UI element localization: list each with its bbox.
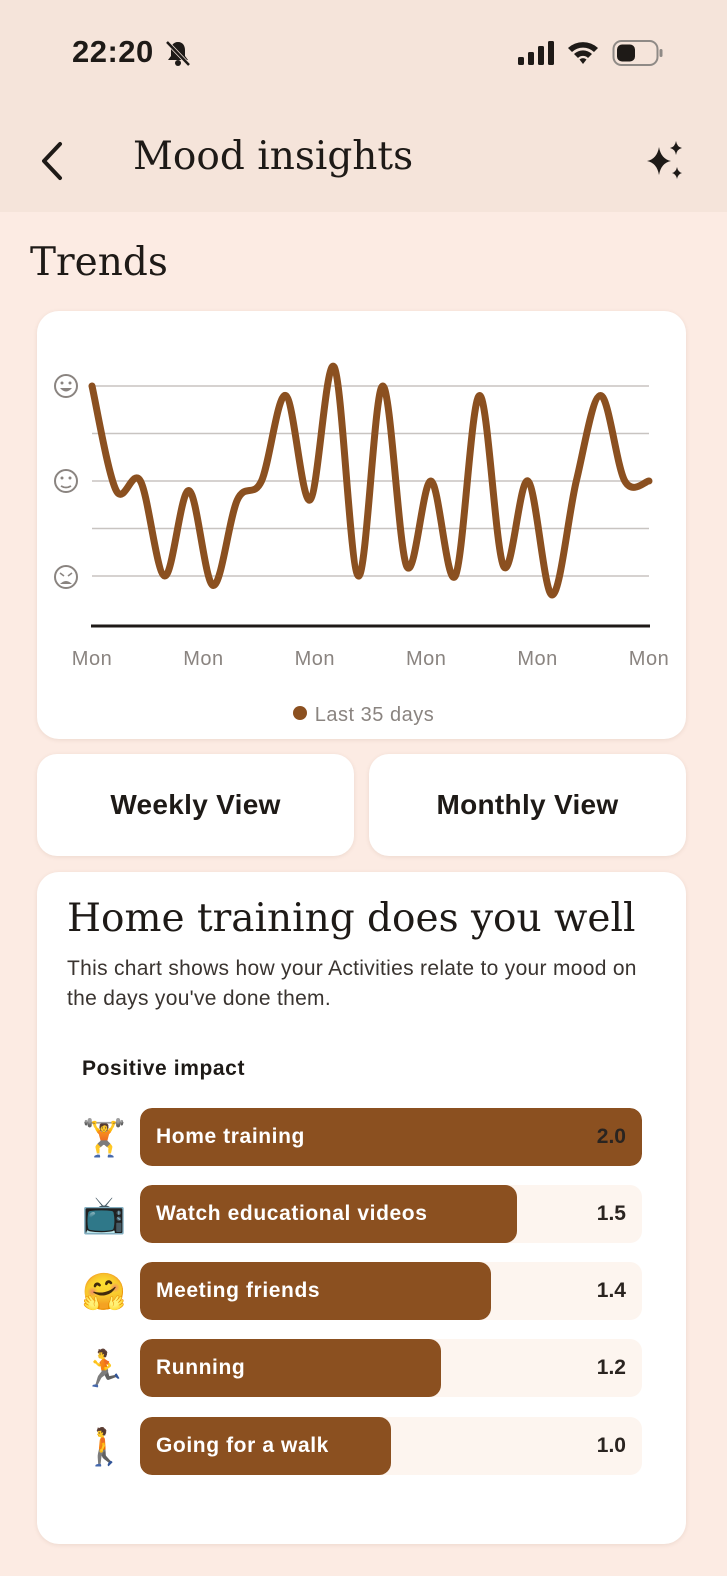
activity-value: 1.2 (596, 1356, 626, 1379)
activity-row[interactable]: 🏃 Running 1.2 (37, 1339, 686, 1399)
legend-dot (292, 706, 307, 720)
x-tick-label: Mon (183, 648, 223, 670)
activity-bar-track: Meeting friends 1.4 (140, 1262, 642, 1320)
activity-bar-track: Running 1.2 (140, 1339, 642, 1397)
activity-value: 2.0 (596, 1125, 626, 1148)
mood-trend-chart: Mon Mon Mon Mon Mon Mon (54, 363, 669, 670)
weightlifting-icon: 🏋️ (81, 1117, 127, 1158)
x-tick-label: Mon (629, 648, 669, 670)
hugging-face-icon: 🤗 (81, 1271, 127, 1312)
activity-impact-card: Home training does you well This chart s… (37, 872, 686, 1544)
chart-legend: Last 35 days (0, 704, 727, 727)
neutral-face-icon (54, 469, 78, 493)
activity-row[interactable]: 🏋️ Home training 2.0 (37, 1108, 686, 1168)
x-tick-label: Mon (517, 648, 557, 670)
weekly-view-button[interactable]: Weekly View (37, 754, 354, 856)
monthly-view-button[interactable]: Monthly View (369, 754, 686, 856)
activity-bar-track: Going for a walk 1.0 (140, 1417, 642, 1475)
impact-title: Home training does you well (67, 896, 636, 941)
activity-row[interactable]: 📺 Watch educational videos 1.5 (37, 1185, 686, 1245)
activity-bar-track: Home training 2.0 (140, 1108, 642, 1166)
impact-description: This chart shows how your Activities rel… (67, 957, 637, 1010)
x-tick-label: Mon (72, 648, 112, 670)
activity-row[interactable]: 🚶 Going for a walk 1.0 (37, 1417, 686, 1477)
activity-value: 1.4 (596, 1279, 626, 1302)
activity-row[interactable]: 🤗 Meeting friends 1.4 (37, 1262, 686, 1322)
happy-face-icon (54, 374, 78, 398)
activity-value: 1.5 (596, 1202, 626, 1225)
television-icon: 📺 (81, 1194, 127, 1235)
activity-value: 1.0 (596, 1434, 626, 1457)
activity-label: Watch educational videos (156, 1202, 428, 1225)
activity-label: Meeting friends (156, 1279, 321, 1302)
x-tick-label: Mon (406, 648, 446, 670)
walking-icon: 🚶 (81, 1426, 127, 1467)
x-tick-label: Mon (295, 648, 335, 670)
sad-face-icon (54, 565, 78, 589)
legend-label: Last 35 days (314, 704, 435, 726)
activity-label: Home training (156, 1125, 305, 1148)
positive-impact-label: Positive impact (82, 1057, 246, 1080)
activity-bar-track: Watch educational videos 1.5 (140, 1185, 642, 1243)
activity-label: Running (156, 1356, 246, 1379)
activity-label: Going for a walk (156, 1434, 329, 1457)
running-icon: 🏃 (81, 1348, 127, 1389)
